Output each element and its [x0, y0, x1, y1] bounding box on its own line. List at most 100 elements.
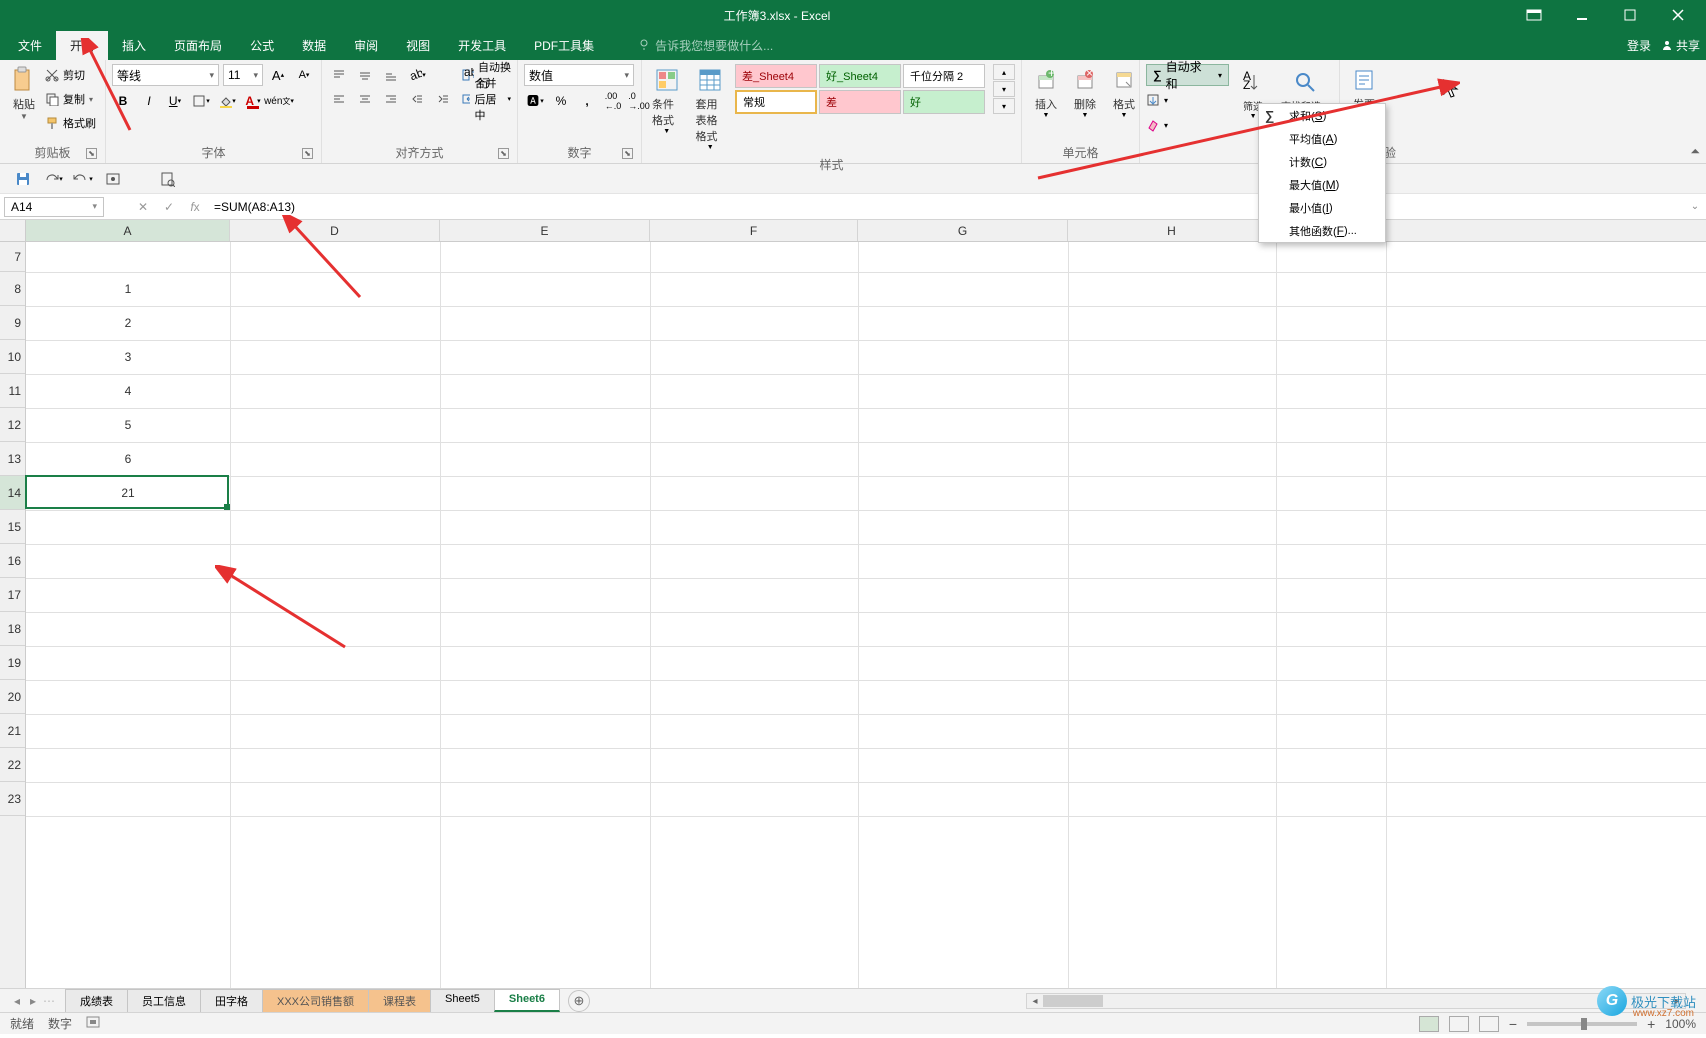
spreadsheet-grid[interactable]: ADEFGHI 7891011121314151617181920212223 … [0, 220, 1706, 988]
sheet-tab[interactable]: Sheet5 [430, 989, 495, 1012]
cell[interactable]: 5 [26, 408, 230, 442]
close-button[interactable] [1658, 0, 1698, 30]
select-all-corner[interactable] [0, 220, 26, 241]
fill-button[interactable]: ▾ [1146, 89, 1229, 111]
number-format-combo[interactable]: 数值▾ [524, 64, 634, 86]
font-color-button[interactable]: A▾ [242, 90, 264, 112]
border-button[interactable]: ▾ [190, 90, 212, 112]
row-header[interactable]: 9 [0, 306, 25, 340]
column-header[interactable]: A [26, 220, 230, 241]
row-header[interactable]: 10 [0, 340, 25, 374]
styles-scroll-down[interactable]: ▾ [993, 81, 1015, 97]
underline-button[interactable]: U▾ [164, 90, 186, 112]
row-header[interactable]: 11 [0, 374, 25, 408]
increase-decimal-button[interactable]: .00←.0 [602, 90, 624, 112]
paste-button[interactable]: 粘贴 ▼ [6, 64, 42, 123]
autosum-menu-item[interactable]: 计数(C) [1259, 150, 1385, 173]
conditional-format-button[interactable]: 条件格式▼ [648, 64, 686, 137]
scroll-thumb[interactable] [1043, 995, 1103, 1007]
formula-input[interactable]: =SUM(A8:A13) [208, 196, 1684, 218]
row-header[interactable]: 17 [0, 578, 25, 612]
login-link[interactable]: 登录 [1627, 37, 1651, 54]
format-as-table-button[interactable]: 套用 表格格式▼ [692, 64, 730, 153]
style-bad-sheet4[interactable]: 差_Sheet4 [735, 64, 817, 88]
qat-touch-button[interactable] [100, 167, 126, 191]
style-good[interactable]: 好 [903, 90, 985, 114]
accounting-button[interactable]: 🅰▾ [524, 90, 546, 112]
sheet-tab[interactable]: 田字格 [200, 989, 263, 1012]
delete-cells-button[interactable]: ×删除▼ [1067, 64, 1103, 121]
style-normal[interactable]: 常规 [735, 90, 817, 114]
tab-nav-more[interactable]: ⋯ [42, 994, 56, 1008]
indent-decrease-button[interactable] [406, 88, 428, 110]
menu-开发工具[interactable]: 开发工具 [444, 31, 520, 60]
column-header[interactable]: F [650, 220, 858, 241]
menu-公式[interactable]: 公式 [236, 31, 288, 60]
align-top-button[interactable] [328, 64, 350, 86]
row-header[interactable]: 22 [0, 748, 25, 782]
font-name-combo[interactable]: 等线▾ [112, 64, 219, 86]
row-header[interactable]: 14 [0, 476, 25, 510]
expand-formula-bar[interactable]: ⌄ [1684, 201, 1706, 212]
autosum-button[interactable]: ∑ 自动求和 ▾ [1146, 64, 1229, 86]
comma-button[interactable]: , [576, 90, 598, 112]
align-launcher[interactable]: ⬊ [498, 148, 509, 159]
menu-文件[interactable]: 文件 [4, 31, 56, 60]
row-header[interactable]: 18 [0, 612, 25, 646]
ribbon-opts-icon[interactable] [1514, 0, 1554, 30]
orientation-button[interactable]: ab▾ [406, 64, 428, 86]
print-preview-button[interactable] [154, 167, 180, 191]
horizontal-scrollbar[interactable]: ◂ ▸ [1026, 993, 1686, 1009]
tab-nav-last[interactable]: ▸ [26, 994, 40, 1008]
menu-PDF工具集[interactable]: PDF工具集 [520, 31, 608, 60]
fill-color-button[interactable]: ▾ [216, 90, 238, 112]
sheet-tab[interactable]: 课程表 [368, 989, 431, 1012]
autosum-menu-item[interactable]: 其他函数(F)... [1259, 219, 1385, 242]
autosum-menu-item[interactable]: ∑求和(S) [1259, 104, 1385, 127]
font-size-combo[interactable]: 11▾ [223, 64, 263, 86]
italic-button[interactable]: I [138, 90, 160, 112]
sheet-tab[interactable]: 成绩表 [65, 989, 128, 1012]
row-header[interactable]: 12 [0, 408, 25, 442]
page-layout-view-button[interactable] [1449, 1016, 1469, 1032]
autosum-menu-item[interactable]: 平均值(A) [1259, 127, 1385, 150]
row-header[interactable]: 13 [0, 442, 25, 476]
autosum-menu-item[interactable]: 最小值(I) [1259, 196, 1385, 219]
page-break-view-button[interactable] [1479, 1016, 1499, 1032]
cell[interactable]: 4 [26, 374, 230, 408]
scroll-left-icon[interactable]: ◂ [1027, 994, 1043, 1008]
percent-button[interactable]: % [550, 90, 572, 112]
cancel-formula-button[interactable]: ✕ [130, 196, 156, 218]
format-painter-button[interactable]: 格式刷 [45, 112, 96, 134]
cell[interactable]: 3 [26, 340, 230, 374]
fx-button[interactable]: fx [182, 196, 208, 218]
row-header[interactable]: 23 [0, 782, 25, 816]
shrink-font-button[interactable]: A▾ [293, 64, 315, 86]
menu-插入[interactable]: 插入 [108, 31, 160, 60]
insert-cells-button[interactable]: +插入▼ [1028, 64, 1064, 121]
menu-开始[interactable]: 开始 [56, 31, 108, 60]
styles-scroll-up[interactable]: ▴ [993, 64, 1015, 80]
number-launcher[interactable]: ⬊ [622, 148, 633, 159]
maximize-button[interactable] [1610, 0, 1650, 30]
sheet-tab[interactable]: XXX公司销售额 [262, 989, 369, 1012]
enter-formula-button[interactable]: ✓ [156, 196, 182, 218]
style-good-sheet4[interactable]: 好_Sheet4 [819, 64, 901, 88]
column-header[interactable]: G [858, 220, 1068, 241]
new-sheet-button[interactable]: ⊕ [568, 990, 590, 1012]
clipboard-launcher[interactable]: ⬊ [86, 148, 97, 159]
cell[interactable]: 1 [26, 272, 230, 306]
row-header[interactable]: 19 [0, 646, 25, 680]
column-header[interactable]: E [440, 220, 650, 241]
bold-button[interactable]: B [112, 90, 134, 112]
font-launcher[interactable]: ⬊ [302, 148, 313, 159]
sheet-tab[interactable]: Sheet6 [494, 989, 560, 1012]
name-box[interactable]: A14▾ [4, 197, 104, 217]
normal-view-button[interactable] [1419, 1016, 1439, 1032]
cut-button[interactable]: 剪切 [45, 64, 96, 86]
cell[interactable]: 21 [26, 476, 230, 510]
row-header[interactable]: 8 [0, 272, 25, 306]
column-header[interactable]: D [230, 220, 440, 241]
menu-页面布局[interactable]: 页面布局 [160, 31, 236, 60]
phonetic-button[interactable]: wén文▾ [268, 90, 290, 112]
